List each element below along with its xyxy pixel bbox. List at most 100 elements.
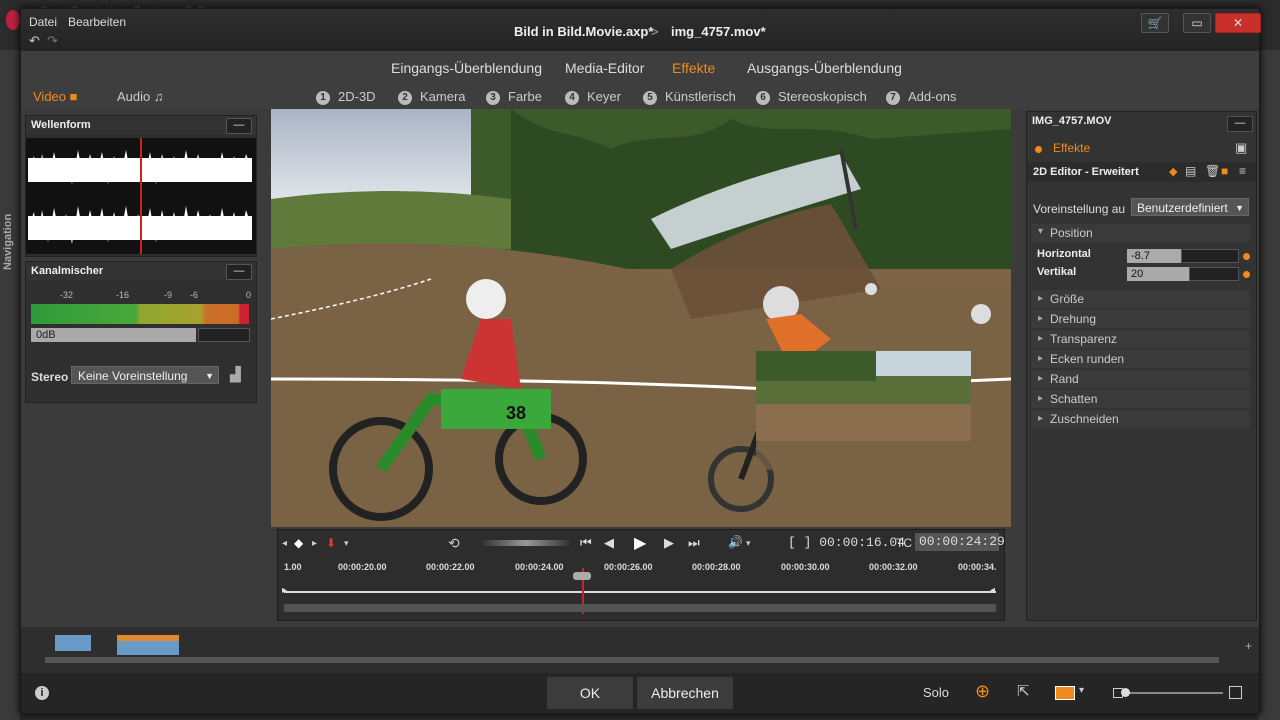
cancel-button[interactable]: Abbrechen <box>637 677 733 709</box>
ruler-label: 00:00:24.00 <box>515 562 564 572</box>
menu-bearbeiten[interactable]: Bearbeiten <box>68 15 126 29</box>
target-icon[interactable]: ⊕ <box>975 681 990 702</box>
maximize-button[interactable]: ▭ <box>1183 13 1211 33</box>
horizontal-keyframe-dot[interactable] <box>1243 253 1250 260</box>
mixer-minimize-button[interactable]: — <box>226 264 252 280</box>
stereo-label: Stereo <box>31 370 69 384</box>
property-zuschneiden[interactable]: Zuschneiden <box>1032 410 1250 428</box>
background-right-strip <box>1258 50 1280 720</box>
property-groesse[interactable]: Größe <box>1032 290 1250 308</box>
menu-icon[interactable]: ≡ <box>1239 164 1246 178</box>
navigation-label[interactable]: Navigation <box>2 190 20 270</box>
solo-label[interactable]: Solo <box>923 685 949 700</box>
effect-header-row: 2D Editor - Erweitert ◆ ▤ 🗑 ■ ≡ <box>1027 162 1256 182</box>
tab-effekte[interactable]: Effekte <box>672 60 715 76</box>
background-left-strip <box>0 50 20 720</box>
redo-icon[interactable]: ↷ <box>47 33 58 49</box>
category-number: 5 <box>643 91 657 105</box>
tab-eingangs-ueberblendung[interactable]: Eingangs-Überblendung <box>391 60 542 76</box>
property-drehung[interactable]: Drehung <box>1032 310 1250 328</box>
waveform-panel: Wellenform — <box>25 115 257 257</box>
category-add-ons[interactable]: 7 Add-ons <box>886 89 956 105</box>
volume-dropdown-icon[interactable]: ▾ <box>746 538 751 549</box>
save-icon[interactable]: ▣ <box>1235 140 1247 156</box>
window-icon[interactable]: ▤ <box>1185 164 1196 178</box>
db-value-field[interactable]: 0dB <box>31 328 196 342</box>
prev-keyframe-icon[interactable]: ◂ <box>282 538 287 549</box>
meter-scale-label: -32 <box>60 290 74 300</box>
keyframe-diamond-icon[interactable]: ◆ <box>294 536 303 550</box>
right-panel-minimize-button[interactable]: — <box>1227 116 1253 132</box>
next-keyframe-icon[interactable]: ▸ <box>312 538 317 549</box>
property-rand[interactable]: Rand <box>1032 370 1250 388</box>
loop-icon[interactable]: ⟲ <box>448 535 460 552</box>
preset-select[interactable]: Benutzerdefiniert ▼ <box>1131 198 1249 216</box>
step-forward-icon[interactable]: ▶ <box>664 535 674 551</box>
ok-button[interactable]: OK <box>547 677 633 709</box>
shuttle-slider[interactable] <box>482 540 570 546</box>
meter-scale-label: 0 <box>246 290 252 300</box>
close-button[interactable]: ✕ <box>1215 13 1261 33</box>
horizontal-slider[interactable] <box>1181 249 1239 263</box>
volume-slider[interactable] <box>198 328 250 342</box>
go-start-icon[interactable]: ⏮ <box>580 535 592 551</box>
preset-select-value: Benutzerdefiniert <box>1137 201 1228 215</box>
marker-dropdown-icon[interactable]: ▾ <box>344 538 349 549</box>
effect-title: 2D Editor - Erweitert <box>1033 166 1139 178</box>
video-preview[interactable]: 38 <box>271 109 1011 527</box>
horizontal-value-field[interactable]: -8.7 <box>1127 249 1181 263</box>
property-schatten[interactable]: Schatten <box>1032 390 1250 408</box>
ruler-label: 00:00:20.00 <box>338 562 387 572</box>
export-icon[interactable]: ⇱ <box>1017 682 1030 700</box>
mini-timeline-scrollbar[interactable] <box>45 657 1219 663</box>
category-keyer[interactable]: 4 Keyer <box>565 89 621 105</box>
position-section-header[interactable]: ▾ Position <box>1032 224 1250 242</box>
delete-icon[interactable]: 🗑 <box>1205 164 1220 178</box>
timeline-clip[interactable] <box>117 641 179 655</box>
keyframe-icon[interactable]: ◆ <box>1169 165 1177 178</box>
timeline-track[interactable] <box>284 591 996 593</box>
tabs-row: Eingangs-Überblendung Media-Editor Effek… <box>21 51 1259 85</box>
timeline-clip[interactable] <box>55 635 91 651</box>
preset-dropdown[interactable]: Keine Voreinstellung ▼ <box>71 366 219 384</box>
category-kuenstlerisch[interactable]: 5 Künstlerisch <box>643 89 736 105</box>
category-stereoskopisch[interactable]: 6 Stereoskopisch <box>756 89 867 105</box>
category-label: Stereoskopisch <box>778 89 867 104</box>
timeline-end-handle[interactable]: ◂ <box>990 585 995 596</box>
menu-datei[interactable]: Datei <box>29 15 57 29</box>
vertical-keyframe-dot[interactable] <box>1243 271 1250 278</box>
vertical-slider[interactable] <box>1189 267 1239 281</box>
undo-icon[interactable]: ↶ <box>29 33 40 49</box>
timeline-scrollbar[interactable] <box>284 604 996 612</box>
video-toggle[interactable]: Video ■ <box>33 89 78 104</box>
marker-icon[interactable]: ⬇ <box>326 536 336 550</box>
zoom-slider[interactable] <box>1125 692 1223 694</box>
waveform-minimize-button[interactable]: — <box>226 118 252 134</box>
info-icon[interactable]: i <box>35 686 49 700</box>
zoom-in-icon[interactable]: + <box>1245 639 1252 653</box>
category-2d-3d[interactable]: 1 2D-3D <box>316 89 376 105</box>
play-icon[interactable]: ▶ <box>634 533 646 553</box>
cart-button[interactable]: 🛒 <box>1141 13 1169 33</box>
timecode-field[interactable]: 00:00:24:29 <box>915 533 1005 551</box>
go-end-icon[interactable]: ⏭ <box>688 535 700 551</box>
audio-toggle[interactable]: Audio ♫ <box>117 89 164 104</box>
aspect-ratio-icon[interactable] <box>1055 686 1075 700</box>
category-kamera[interactable]: 2 Kamera <box>398 89 466 105</box>
ruler-label: 00:00:22.00 <box>426 562 475 572</box>
tab-ausgangs-ueberblendung[interactable]: Ausgangs-Überblendung <box>747 60 902 76</box>
timeline-start-handle[interactable]: ▸ <box>282 585 287 596</box>
aspect-dropdown-icon[interactable]: ▾ <box>1079 685 1084 696</box>
tab-media-editor[interactable]: Media-Editor <box>565 60 644 76</box>
surround-icon[interactable]: ▟ <box>230 366 241 383</box>
vertical-value-field[interactable]: 20 <box>1127 267 1189 281</box>
volume-icon[interactable]: 🔊 <box>728 535 743 549</box>
property-ecken-runden[interactable]: Ecken runden <box>1032 350 1250 368</box>
step-back-icon[interactable]: ◀ <box>604 535 614 551</box>
property-transparenz[interactable]: Transparenz <box>1032 330 1250 348</box>
category-farbe[interactable]: 3 Farbe <box>486 89 542 105</box>
horizontal-label: Horizontal <box>1037 248 1091 260</box>
playhead-handle[interactable] <box>573 572 591 580</box>
enable-effect-icon[interactable]: ■ <box>1221 164 1228 178</box>
zoom-slider-handle[interactable] <box>1121 688 1130 697</box>
